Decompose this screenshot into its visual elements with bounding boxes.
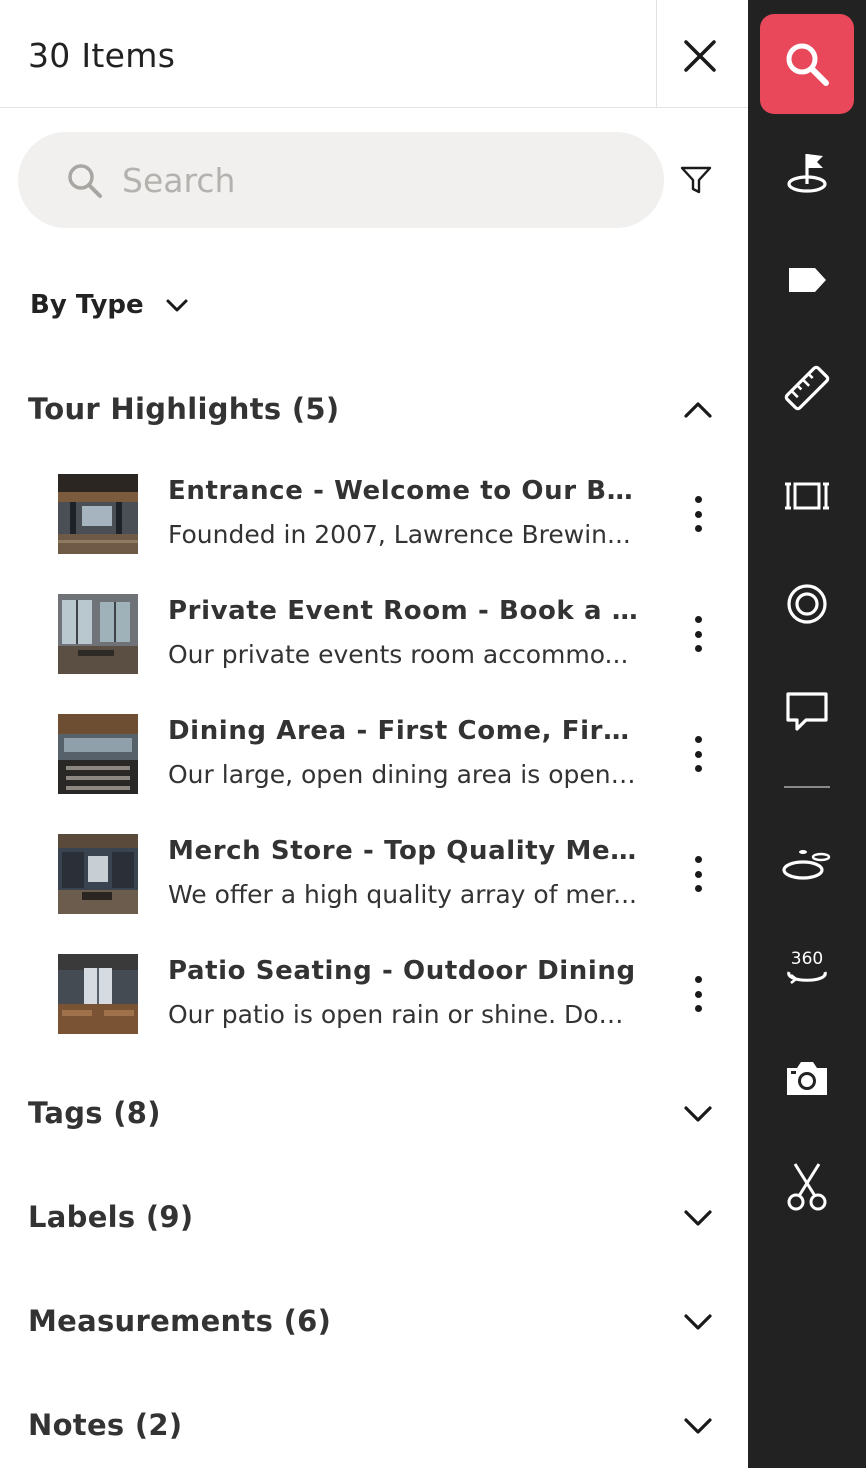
more-options-button[interactable] (684, 852, 712, 896)
list-item-highlight[interactable]: Patio Seating - Outdoor Dining Our patio… (0, 954, 748, 1054)
highlight-flag-icon (787, 154, 827, 193)
section-title: Tour Highlights (5) (28, 392, 340, 426)
panel-header: 30 Items (0, 0, 748, 108)
chevron-down-icon (684, 1314, 712, 1330)
camera-icon (787, 1062, 827, 1095)
measure-ruler-icon (784, 365, 830, 411)
floorplan-icon (785, 482, 829, 510)
highlight-thumbnail (58, 594, 138, 674)
more-options-button[interactable] (684, 492, 712, 536)
svg-text:360: 360 (791, 949, 823, 969)
section-tour-highlights[interactable]: Tour Highlights (5) (0, 380, 748, 440)
note-tool-button[interactable] (760, 662, 854, 762)
list-item-highlight[interactable]: Entrance - Welcome to Our Bre... Founded… (0, 474, 748, 574)
more-options-button[interactable] (684, 972, 712, 1016)
highlight-title: Entrance - Welcome to Our Bre... (168, 476, 638, 506)
tool-sidebar: 360 (748, 0, 866, 1468)
scissors-icon (787, 1163, 827, 1211)
section-title: Labels (9) (28, 1200, 194, 1234)
highlight-description: We offer a high quality array of mer... (168, 880, 637, 909)
highlight-tool-button[interactable] (760, 122, 854, 222)
group-by-label: By Type (30, 290, 144, 320)
target-tool-button[interactable] (760, 554, 854, 654)
tag-tool-button[interactable] (760, 230, 854, 330)
search-icon (786, 43, 829, 86)
360-view-icon: 360 (787, 949, 827, 985)
highlight-description: Founded in 2007, Lawrence Brewin... (168, 520, 631, 549)
search-box[interactable] (18, 132, 664, 228)
item-count-title: 30 Items (28, 36, 176, 75)
highlight-title: Merch Store - Top Quality Merch (168, 836, 638, 866)
filter-button[interactable] (674, 160, 718, 200)
section-title: Measurements (6) (28, 1304, 332, 1338)
section-measurements[interactable]: Measurements (6) (0, 1292, 748, 1352)
floor-view-tool-button[interactable] (760, 812, 854, 912)
search-tool-button[interactable] (760, 14, 854, 114)
header-divider (656, 0, 657, 108)
chevron-down-icon (166, 299, 188, 312)
note-icon (786, 692, 828, 731)
close-icon (684, 40, 716, 72)
highlight-description: Our patio is open rain or shine. Dog... (168, 1000, 638, 1029)
tag-icon (789, 268, 826, 292)
highlight-thumbnail (58, 474, 138, 554)
highlight-thumbnail (58, 714, 138, 794)
target-icon (787, 584, 827, 624)
section-title: Notes (2) (28, 1408, 183, 1442)
section-tags[interactable]: Tags (8) (0, 1084, 748, 1144)
chevron-down-icon (684, 1106, 712, 1122)
highlight-description: Our large, open dining area is open ... (168, 760, 638, 789)
toolbar-divider (784, 786, 830, 788)
highlight-title: Private Event Room - Book a Pr... (168, 596, 638, 626)
close-button[interactable] (672, 30, 728, 82)
chevron-up-icon (684, 402, 712, 418)
scissors-tool-button[interactable] (760, 1136, 854, 1236)
list-item-highlight[interactable]: Dining Area - First Come, First ... Our … (0, 714, 748, 814)
measure-tool-button[interactable] (760, 338, 854, 438)
highlight-thumbnail (58, 954, 138, 1034)
floorplan-tool-button[interactable] (760, 446, 854, 546)
camera-tool-button[interactable] (760, 1028, 854, 1128)
highlight-thumbnail (58, 834, 138, 914)
section-labels[interactable]: Labels (9) (0, 1188, 748, 1248)
floor-view-icon (782, 850, 831, 880)
search-icon (68, 164, 102, 198)
highlight-title: Dining Area - First Come, First ... (168, 716, 638, 746)
highlight-title: Patio Seating - Outdoor Dining (168, 956, 636, 986)
chevron-down-icon (684, 1210, 712, 1226)
section-notes[interactable]: Notes (2) (0, 1396, 748, 1456)
360-view-tool-button[interactable]: 360 (760, 920, 854, 1020)
section-title: Tags (8) (28, 1096, 161, 1130)
search-input[interactable] (122, 154, 642, 206)
chevron-down-icon (684, 1418, 712, 1434)
search-panel: 30 Items By Type Tour Highlights (5) (0, 0, 748, 1468)
group-by-dropdown[interactable]: By Type (30, 290, 190, 320)
more-options-button[interactable] (684, 612, 712, 656)
list-item-highlight[interactable]: Private Event Room - Book a Pr... Our pr… (0, 594, 748, 694)
filter-icon (680, 166, 712, 194)
more-options-button[interactable] (684, 732, 712, 776)
highlight-description: Our private events room accommo... (168, 640, 629, 669)
list-item-highlight[interactable]: Merch Store - Top Quality Merch We offer… (0, 834, 748, 934)
